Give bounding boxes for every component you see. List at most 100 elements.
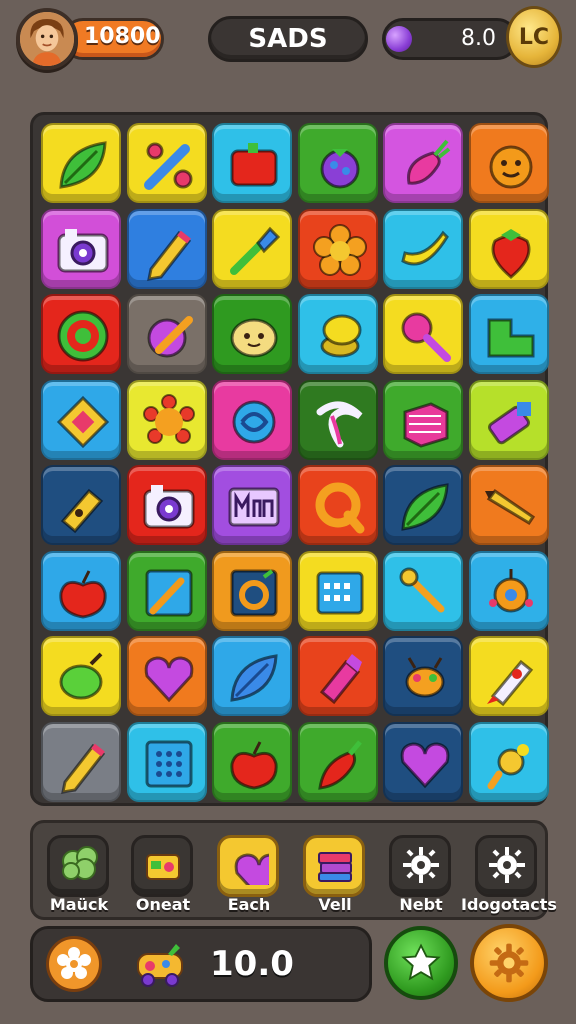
diamond-gem-icon (56, 395, 110, 448)
board-tile[interactable] (468, 208, 549, 289)
tray-item-label: Vell (318, 895, 352, 914)
tray-item[interactable]: Maück (45, 823, 113, 923)
tray-item[interactable]: Nebt (387, 823, 455, 923)
calendar-icon (316, 571, 363, 614)
radish-icon (407, 139, 451, 185)
toy-car-icon[interactable] (132, 940, 188, 990)
board-tile[interactable] (126, 721, 207, 802)
swirl-icon (232, 400, 276, 443)
board-tile[interactable] (297, 636, 378, 716)
board-tile[interactable] (41, 208, 121, 289)
board-tile[interactable] (126, 465, 207, 545)
board-tile[interactable] (297, 550, 378, 631)
coin-label: LC (518, 24, 550, 50)
board-tile[interactable] (383, 636, 463, 716)
cube-icon (403, 401, 449, 448)
radio-icon (146, 854, 180, 880)
play-button[interactable] (384, 926, 458, 1000)
board-tile[interactable] (126, 208, 207, 289)
board-tile[interactable] (41, 123, 121, 203)
tray-item[interactable]: Vell (301, 823, 369, 923)
potato-icon (230, 318, 278, 358)
board-tile[interactable] (383, 208, 463, 289)
board-tile[interactable] (212, 208, 292, 289)
gear-icon (403, 847, 439, 883)
board-tile[interactable] (212, 294, 292, 374)
tray-item-label: Oneat (135, 895, 191, 914)
orange-face-icon (489, 145, 532, 189)
letters-icon (228, 487, 280, 527)
meter-value: 8.0 (461, 26, 496, 51)
coin-button[interactable]: LC (506, 6, 562, 68)
carrot-frame-icon (145, 569, 192, 616)
board-tile[interactable] (212, 465, 292, 545)
board-tile[interactable] (212, 123, 292, 203)
tray-button[interactable] (47, 835, 109, 897)
board-tile[interactable] (297, 465, 378, 545)
gear-button[interactable] (470, 924, 548, 1002)
board-tile[interactable] (126, 550, 207, 631)
board-tile[interactable] (468, 379, 549, 460)
pacifier-icon (487, 743, 529, 789)
board-tile[interactable] (212, 721, 292, 802)
tray-button[interactable] (217, 835, 279, 897)
board-tile[interactable] (468, 721, 549, 802)
board-tile[interactable] (212, 636, 292, 716)
board-tile[interactable] (297, 123, 378, 203)
board-tile[interactable] (468, 465, 549, 545)
tray-button[interactable] (131, 835, 193, 897)
tray-button[interactable] (389, 835, 451, 897)
berry-icon (320, 149, 359, 189)
board-tile[interactable] (297, 721, 378, 802)
avatar[interactable] (16, 8, 78, 70)
board-tile[interactable] (41, 465, 121, 545)
tray-button[interactable] (303, 835, 365, 897)
board-tile[interactable] (41, 294, 121, 374)
board-tile[interactable] (468, 636, 549, 716)
tray-button[interactable] (475, 835, 537, 897)
strawberry-icon (491, 228, 530, 279)
board-tile[interactable] (41, 550, 121, 631)
item-tray: Maück Oneat Each Vell Nebt Idogotacts (30, 820, 557, 923)
gear-flower-icon (142, 393, 195, 444)
tray-item[interactable]: Idogotacts (461, 823, 557, 923)
hook-icon (316, 401, 362, 447)
tray-item-label: Nebt (399, 895, 443, 914)
rocket-icon (486, 659, 533, 707)
broccoli-icon (62, 846, 98, 880)
brush-icon (230, 226, 281, 275)
board-tile[interactable] (297, 208, 378, 289)
blue-leaf-icon (230, 654, 278, 702)
tray-item[interactable]: Each (215, 823, 283, 923)
tray-item[interactable]: Oneat (129, 823, 197, 923)
board-tile[interactable] (383, 123, 463, 203)
settings-button[interactable] (46, 936, 102, 992)
board-tile[interactable] (468, 550, 549, 631)
board-tile[interactable] (468, 294, 549, 374)
board-tile[interactable] (41, 721, 121, 802)
board-tile[interactable] (383, 294, 463, 374)
board-tile[interactable] (212, 379, 292, 460)
robot-icon (488, 568, 533, 612)
board-tile[interactable] (126, 294, 207, 374)
pencil-icon (61, 743, 106, 794)
green-box-icon (487, 318, 534, 358)
board-tile[interactable] (126, 123, 207, 203)
flower-icon (312, 223, 367, 276)
board-tile[interactable] (297, 379, 378, 460)
board-tile[interactable] (383, 721, 463, 802)
gear-icon (489, 847, 525, 883)
board-tile[interactable] (41, 636, 121, 716)
board-tile[interactable] (212, 550, 292, 631)
board-tile[interactable] (383, 550, 463, 631)
board-tile[interactable] (468, 123, 549, 203)
board-tile[interactable] (41, 379, 121, 460)
purple-orb-icon (386, 26, 412, 52)
heart-icon (234, 853, 269, 885)
flower-gear-icon (57, 947, 91, 979)
board-tile[interactable] (383, 379, 463, 460)
board-tile[interactable] (126, 379, 207, 460)
board-tile[interactable] (297, 294, 378, 374)
board-tile[interactable] (126, 636, 207, 716)
board-tile[interactable] (383, 465, 463, 545)
